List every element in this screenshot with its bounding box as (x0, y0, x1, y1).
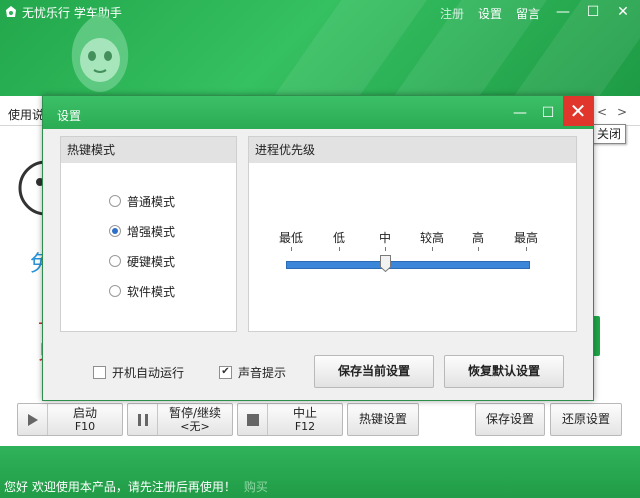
restore-settings-button[interactable]: 还原设置 (550, 403, 622, 436)
minimize-icon[interactable]: — (552, 2, 574, 22)
start-label: 启动 (72, 406, 97, 420)
checkbox-icon[interactable] (93, 365, 106, 379)
radio-software-mode[interactable]: 软件模式 (109, 283, 175, 299)
status-text: 您好 欢迎使用本产品，请先注册后再使用！ (4, 480, 236, 494)
start-hotkey: F10 (74, 420, 96, 433)
save-current-settings-button[interactable]: 保存当前设置 (314, 355, 434, 388)
tab-usage[interactable]: 使用说 (8, 106, 44, 123)
priority-label: 最低 (278, 231, 304, 245)
process-priority-group: 进程优先级 最低 低 中 较高 高 最高 (248, 136, 577, 332)
pause-hotkey: <无> (180, 420, 210, 433)
slider-tick (432, 247, 433, 251)
radio-label: 增强模式 (127, 224, 176, 239)
play-icon (18, 404, 48, 435)
sound-checkbox[interactable]: ✔ 声音提示 (219, 364, 286, 380)
dialog-title: 设置 (57, 109, 82, 123)
stop-icon (238, 404, 268, 435)
stop-button[interactable]: 中止 F12 (237, 403, 343, 436)
maximize-icon[interactable]: ☐ (582, 2, 604, 22)
dialog-close-icon[interactable]: ✕ (563, 96, 593, 126)
priority-label: 中 (378, 231, 392, 245)
close-icon[interactable]: ✕ (612, 2, 634, 22)
message-link[interactable]: 留言 (516, 5, 540, 22)
save-settings-button[interactable]: 保存设置 (475, 403, 545, 436)
dialog-maximize-icon[interactable]: ☐ (537, 102, 559, 124)
radio-label: 硬键模式 (127, 254, 176, 269)
dialog-titlebar[interactable]: 设置 — ☐ ✕ (43, 96, 593, 129)
slider-tick (385, 247, 386, 251)
slider-tick (478, 247, 479, 251)
hotkey-settings-button[interactable]: 热键设置 (347, 403, 419, 436)
mascot-icon (71, 12, 129, 92)
pause-button[interactable]: 暂停/继续 <无> (127, 403, 233, 436)
buy-link[interactable]: 购买 (244, 480, 268, 494)
close-tooltip: 关闭 (592, 124, 627, 144)
settings-link[interactable]: 设置 (478, 5, 502, 22)
header-decoration (243, 0, 427, 96)
pause-icon (128, 404, 158, 435)
radio-icon[interactable] (109, 255, 121, 267)
hotkey-mode-group: 热键模式 普通模式 增强模式 硬键模式 软件模式 (60, 136, 237, 332)
priority-label: 最高 (513, 231, 539, 245)
radio-icon[interactable] (109, 285, 121, 297)
autostart-checkbox[interactable]: 开机自动运行 (93, 364, 184, 380)
radio-normal-mode[interactable]: 普通模式 (109, 193, 175, 209)
app-logo-icon (6, 6, 16, 17)
checkbox-checked-icon[interactable]: ✔ (219, 365, 232, 379)
radio-enhanced-mode[interactable]: 增强模式 (109, 223, 175, 239)
status-message: 您好 欢迎使用本产品，请先注册后再使用！ 购买 (4, 478, 268, 495)
radio-hardware-mode[interactable]: 硬键模式 (109, 253, 175, 269)
register-link[interactable]: 注册 (440, 5, 464, 22)
start-button[interactable]: 启动 F10 (17, 403, 123, 436)
stop-hotkey: F12 (294, 420, 316, 433)
priority-slider-thumb[interactable] (380, 255, 391, 272)
chevron-right-icon[interactable]: > (614, 102, 630, 122)
settings-dialog: 设置 — ☐ ✕ 热键模式 普通模式 增强模式 硬键模式 软件模式 进程优先级 … (42, 95, 594, 401)
slider-tick (526, 247, 527, 251)
slider-tick (291, 247, 292, 251)
stop-label: 中止 (292, 406, 317, 420)
priority-slider-track[interactable] (286, 261, 530, 269)
priority-label: 高 (471, 231, 485, 245)
pause-label: 暂停/继续 (168, 406, 222, 420)
process-priority-title: 进程优先级 (249, 137, 576, 163)
radio-selected-icon[interactable] (109, 225, 121, 237)
sound-label: 声音提示 (238, 365, 287, 380)
radio-label: 普通模式 (127, 194, 176, 209)
slider-tick (339, 247, 340, 251)
chevron-left-icon[interactable]: < (594, 102, 610, 122)
priority-label: 较高 (419, 231, 445, 245)
dialog-minimize-icon[interactable]: — (509, 102, 531, 124)
restore-default-settings-button[interactable]: 恢复默认设置 (444, 355, 564, 388)
priority-label: 低 (332, 231, 346, 245)
radio-icon[interactable] (109, 195, 121, 207)
radio-label: 软件模式 (127, 284, 176, 299)
autostart-label: 开机自动运行 (112, 365, 185, 380)
hotkey-mode-title: 热键模式 (61, 137, 236, 163)
